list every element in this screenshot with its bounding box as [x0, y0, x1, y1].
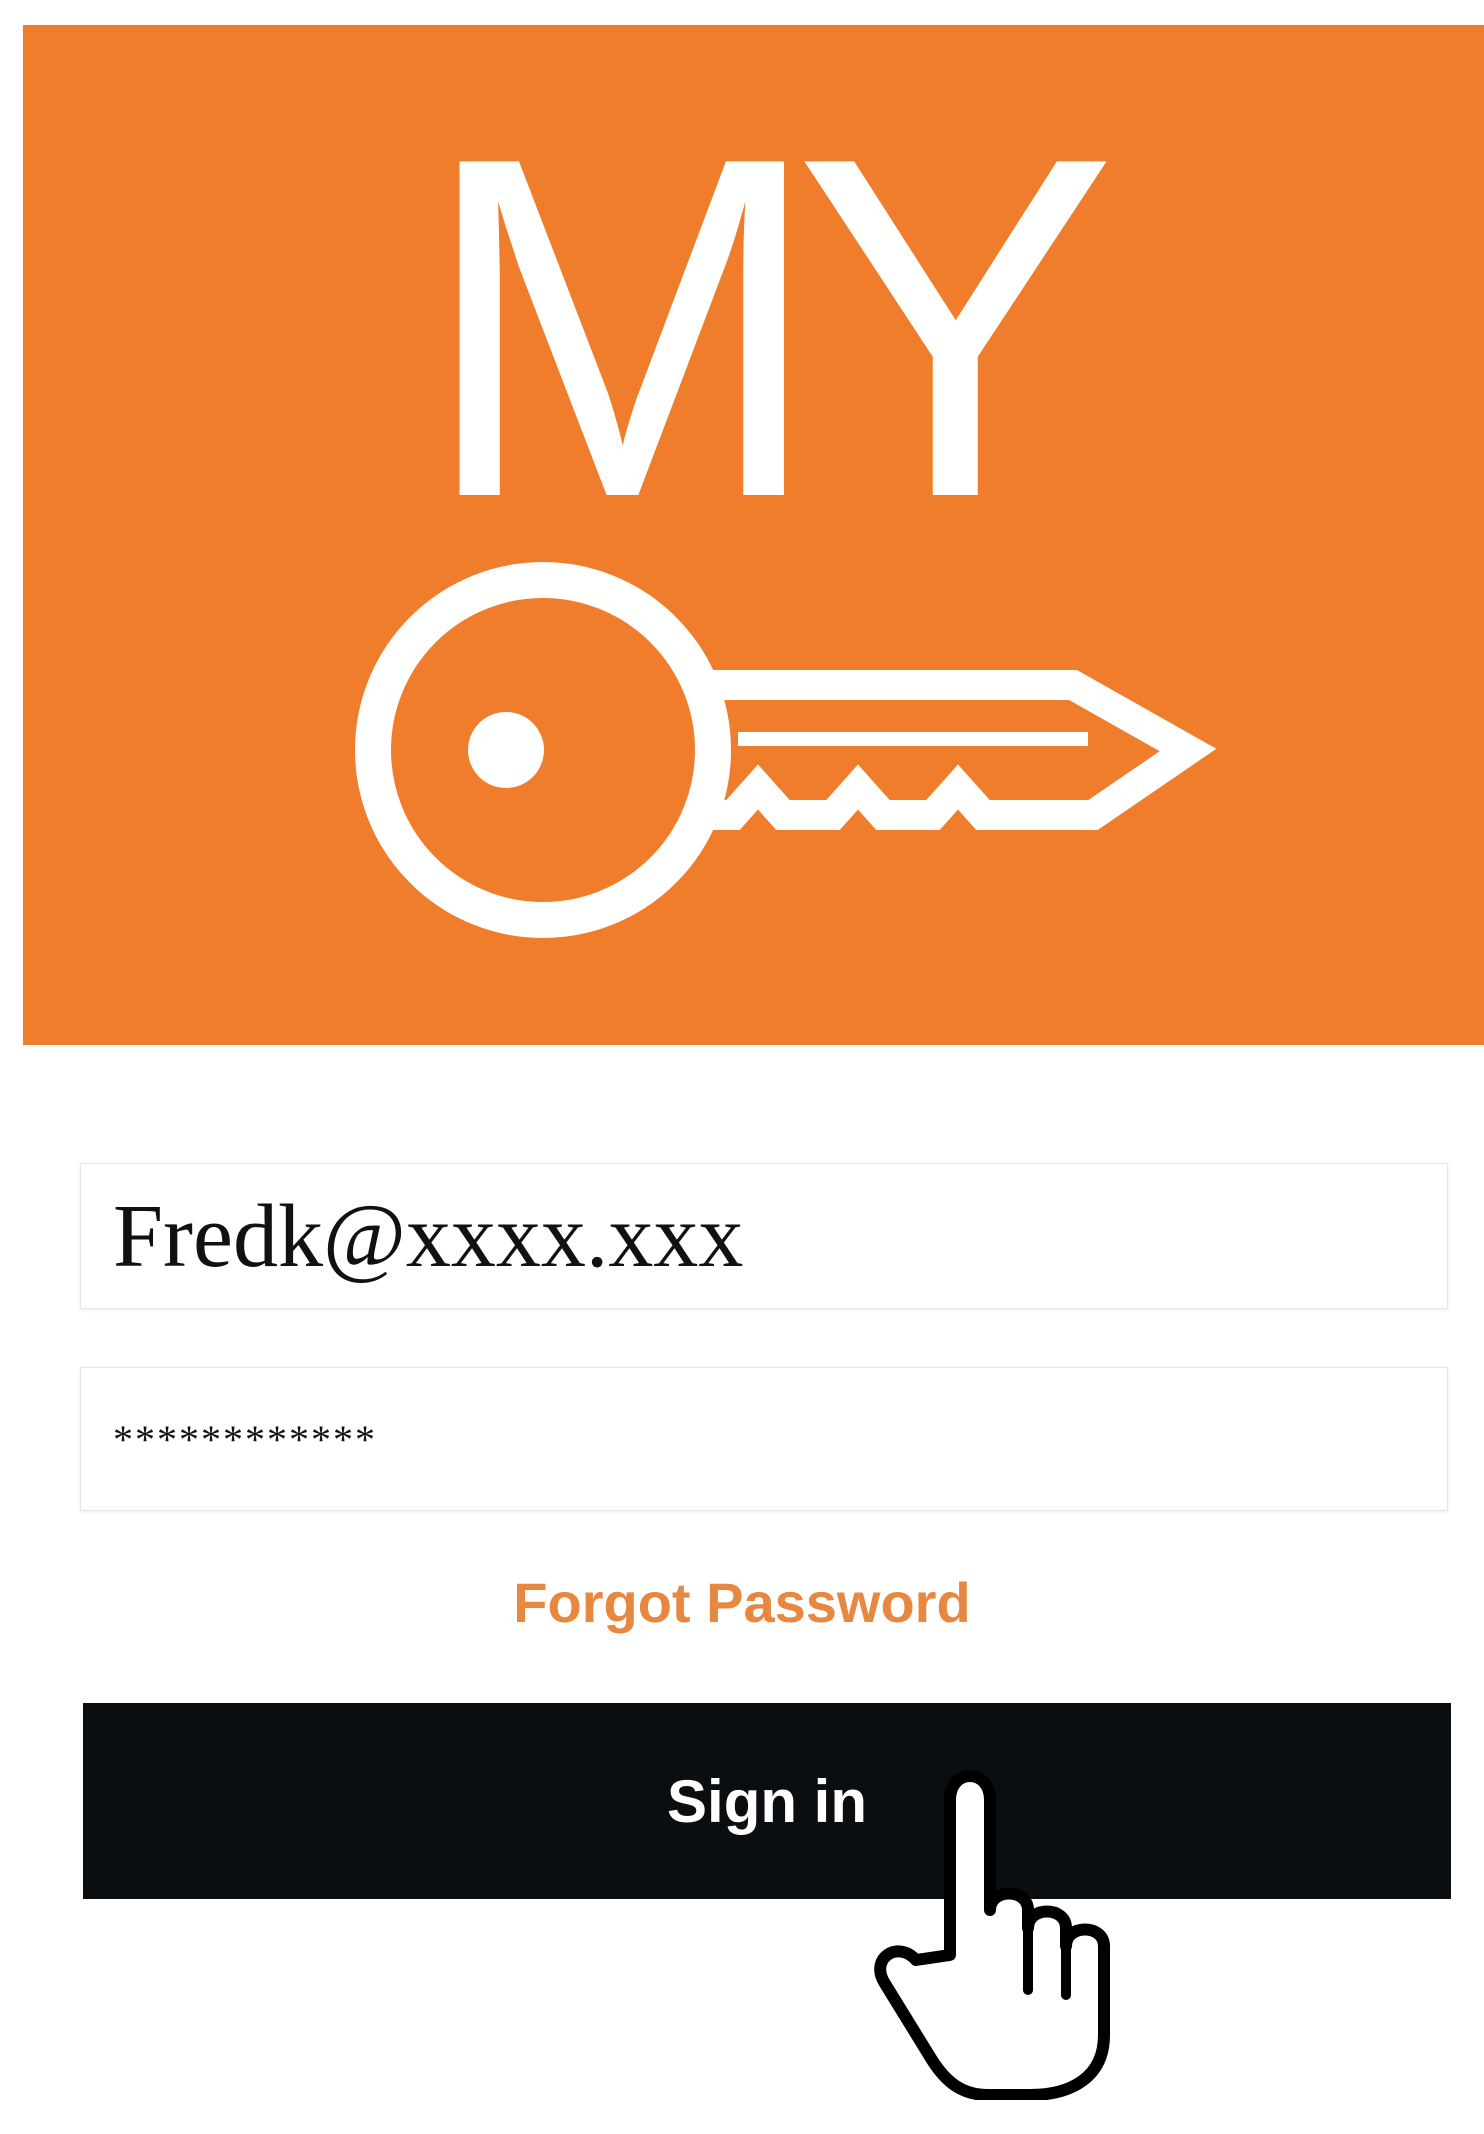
- password-field[interactable]: [80, 1367, 1448, 1511]
- forgot-password-link[interactable]: Forgot Password: [0, 1570, 1484, 1635]
- email-field[interactable]: [80, 1163, 1448, 1309]
- key-icon: [355, 562, 1217, 938]
- login-screen: MY Forgot Password Sign in: [0, 0, 1484, 2134]
- brand-header: MY: [23, 25, 1484, 1045]
- sign-in-button[interactable]: Sign in: [83, 1703, 1451, 1899]
- logo-text: MY: [419, 56, 1118, 598]
